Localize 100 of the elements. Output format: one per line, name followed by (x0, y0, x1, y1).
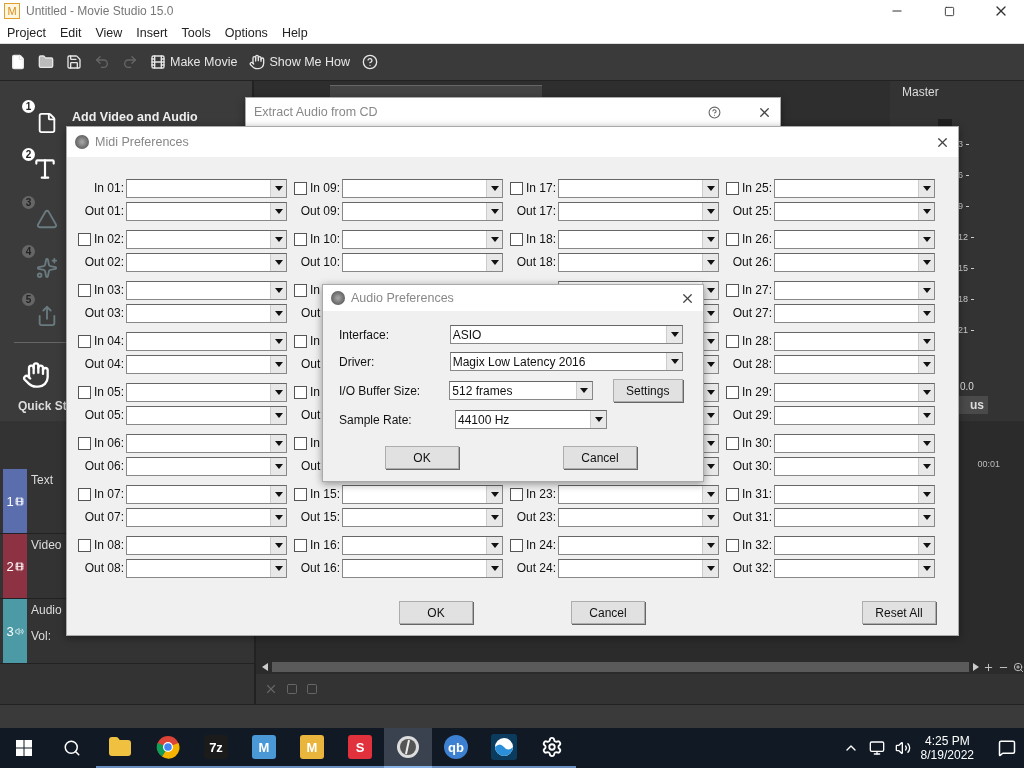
dropdown-field[interactable] (342, 201, 503, 221)
checkbox[interactable] (294, 283, 307, 297)
scrollbar[interactable] (272, 662, 969, 672)
taskbar-button[interactable]: 7z (192, 728, 240, 768)
dropdown-field[interactable] (774, 456, 935, 476)
help-icon[interactable] (360, 54, 380, 70)
dropdown-field[interactable]: 512 frames (449, 381, 593, 400)
dropdown-field[interactable] (774, 433, 935, 453)
dropdown-field[interactable] (126, 178, 287, 198)
cancel-button[interactable]: Cancel (571, 601, 645, 624)
checkbox[interactable] (510, 538, 523, 552)
dropdown-field[interactable] (774, 507, 935, 527)
dropdown-field[interactable] (558, 178, 719, 198)
checkbox[interactable] (510, 181, 523, 195)
menu-item[interactable]: Tools (181, 25, 211, 40)
search-icon[interactable] (1013, 661, 1024, 673)
dropdown-field[interactable] (126, 252, 287, 272)
checkbox[interactable] (726, 334, 739, 348)
dropdown-field[interactable] (126, 382, 287, 402)
dropdown-field[interactable] (774, 229, 935, 249)
help-icon[interactable] (708, 105, 721, 119)
dropdown-field[interactable] (342, 558, 503, 578)
dropdown-field[interactable] (774, 280, 935, 300)
ok-button[interactable]: OK (385, 446, 459, 469)
checkbox[interactable] (294, 232, 307, 246)
dropdown-field[interactable] (126, 558, 287, 578)
notifications-icon[interactable] (998, 739, 1016, 757)
toolbar-button[interactable]: Show Me How (247, 54, 352, 70)
dropdown-field[interactable] (774, 405, 935, 425)
dropdown-field[interactable] (774, 558, 935, 578)
checkbox[interactable] (78, 385, 91, 399)
checkbox[interactable] (78, 538, 91, 552)
dropdown-field[interactable] (342, 507, 503, 527)
track-tab[interactable]: 1 (3, 469, 27, 533)
checkbox[interactable] (726, 283, 739, 297)
checkbox[interactable] (294, 538, 307, 552)
dropdown-field[interactable] (774, 178, 935, 198)
dropdown-field[interactable] (558, 558, 719, 578)
checkbox[interactable] (726, 385, 739, 399)
checkbox[interactable] (78, 232, 91, 246)
dropdown-field[interactable] (342, 252, 503, 272)
dropdown-field[interactable] (558, 507, 719, 527)
menu-item[interactable]: Project (7, 25, 46, 40)
reset-button[interactable]: Reset All (862, 601, 936, 624)
dropdown-field[interactable] (126, 535, 287, 555)
dropdown-field[interactable] (558, 201, 719, 221)
dropdown-field[interactable] (558, 535, 719, 555)
scroll-right-icon[interactable] (973, 663, 979, 671)
ok-button[interactable]: OK (399, 601, 473, 624)
dropdown-field[interactable] (774, 354, 935, 374)
dropdown-field[interactable] (126, 229, 287, 249)
menu-item[interactable]: View (95, 25, 123, 40)
checkbox[interactable] (78, 436, 91, 450)
dropdown-field[interactable]: Magix Low Latency 2016 (449, 352, 683, 371)
dropdown-field[interactable] (558, 229, 719, 249)
checkbox[interactable] (726, 232, 739, 246)
taskbar-button[interactable]: qb (432, 728, 480, 768)
dropdown-field[interactable] (558, 484, 719, 504)
dropdown-field[interactable] (774, 303, 935, 323)
menu-item[interactable]: Options (224, 25, 268, 40)
checkbox[interactable] (294, 436, 307, 450)
checkbox[interactable] (510, 487, 523, 501)
folder-icon[interactable] (36, 54, 56, 70)
dropdown-field[interactable] (774, 484, 935, 504)
hand-icon[interactable] (22, 360, 50, 389)
dropdown-field[interactable]: ASIO (449, 325, 683, 344)
checkbox[interactable] (726, 487, 739, 501)
dropdown-field[interactable] (774, 252, 935, 272)
dropdown-field[interactable] (342, 229, 503, 249)
dropdown-field[interactable] (558, 252, 719, 272)
dropdown-field[interactable] (126, 484, 287, 504)
dropdown-field[interactable] (774, 382, 935, 402)
dropdown-field[interactable] (774, 535, 935, 555)
checkbox[interactable] (294, 334, 307, 348)
checkbox[interactable] (78, 487, 91, 501)
checkbox[interactable] (78, 283, 91, 297)
dropdown-field[interactable] (126, 280, 287, 300)
dropdown-field[interactable] (342, 484, 503, 504)
maximize-icon[interactable] (943, 5, 955, 17)
dropdown-field[interactable] (126, 201, 287, 221)
dropdown-field[interactable]: 44100 Hz (455, 410, 607, 429)
dropdown-field[interactable] (126, 331, 287, 351)
dropdown-field[interactable] (126, 507, 287, 527)
dropdown-field[interactable] (126, 456, 287, 476)
dropdown-field[interactable] (342, 178, 503, 198)
dropdown-field[interactable] (342, 535, 503, 555)
menu-item[interactable]: Edit (59, 25, 82, 40)
save-icon[interactable] (64, 54, 84, 70)
zoom-in-icon[interactable] (983, 661, 994, 673)
checkbox[interactable] (294, 385, 307, 399)
scroll-left-icon[interactable] (262, 663, 268, 671)
checkbox[interactable] (294, 487, 307, 501)
checkbox[interactable] (510, 232, 523, 246)
toolbar-button[interactable]: Make Movie (148, 54, 240, 70)
menu-item[interactable]: Help (281, 25, 308, 40)
track-tab[interactable]: 2 (3, 534, 27, 598)
dropdown-field[interactable] (126, 405, 287, 425)
dropdown-field[interactable] (774, 331, 935, 351)
checkbox[interactable] (726, 181, 739, 195)
settings-button[interactable]: Settings (612, 379, 683, 402)
